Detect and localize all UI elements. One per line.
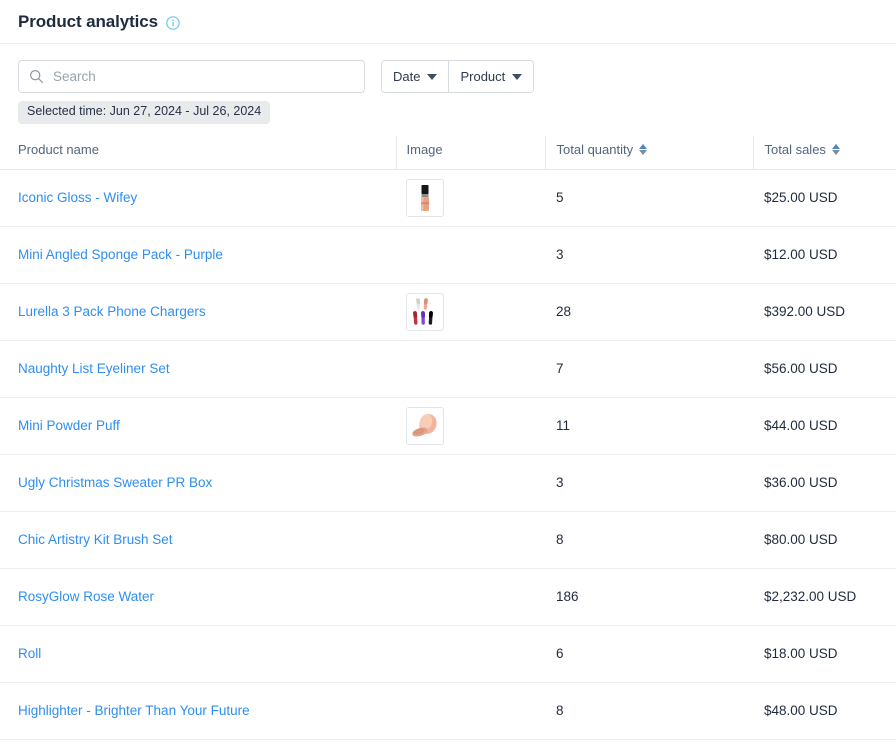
cell-product-name: RosyGlow Rose Water	[0, 568, 396, 625]
cell-product-image	[396, 340, 545, 397]
cell-product-name: Chic Artistry Kit Brush Set	[0, 511, 396, 568]
search-box[interactable]	[18, 60, 365, 93]
product-analytics-table-wrap: Product name Image Total quantity	[0, 136, 896, 740]
cell-product-image	[396, 454, 545, 511]
product-name-link[interactable]: Roll	[18, 646, 41, 661]
product-name-link[interactable]: Mini Powder Puff	[18, 418, 120, 433]
product-name-link[interactable]: Ugly Christmas Sweater PR Box	[18, 475, 212, 490]
product-name-link[interactable]: Iconic Gloss - Wifey	[18, 190, 137, 205]
cell-total-quantity: 186	[545, 568, 753, 625]
product-thumbnail-lip-gloss-tube	[406, 179, 444, 217]
cell-total-sales: $2,232.00 USD	[753, 568, 896, 625]
sort-toggle-icon[interactable]	[639, 144, 647, 155]
column-header-image: Image	[396, 136, 545, 170]
cell-total-sales: $80.00 USD	[753, 511, 896, 568]
page-title: Product analytics	[18, 12, 158, 32]
table-row: Highlighter - Brighter Than Your Future 8…	[0, 682, 896, 739]
product-thumbnail-powder-puff	[406, 407, 444, 445]
cell-total-sales: $44.00 USD	[753, 397, 896, 454]
filter-date-button[interactable]: Date	[382, 61, 449, 92]
filter-product-label: Product	[460, 69, 505, 84]
cell-total-sales: $392.00 USD	[753, 283, 896, 340]
cell-product-image	[396, 397, 545, 454]
table-row: Mini Powder Puff 11$44.00 USD	[0, 397, 896, 454]
page-header: Product analytics	[0, 0, 896, 44]
table-row: Lurella 3 Pack Phone Chargers 28$392.00 U…	[0, 283, 896, 340]
chevron-down-icon	[427, 74, 437, 80]
cell-total-quantity: 5	[545, 169, 753, 226]
cell-product-name: Lurella 3 Pack Phone Chargers	[0, 283, 396, 340]
cell-total-sales: $18.00 USD	[753, 625, 896, 682]
filter-product-button[interactable]: Product	[449, 61, 533, 92]
table-row: Mini Angled Sponge Pack - Purple 3$12.00 …	[0, 226, 896, 283]
column-label: Total sales	[765, 142, 826, 157]
table-row: Iconic Gloss - Wifey 5$25.00 USD	[0, 169, 896, 226]
cell-product-name: Mini Angled Sponge Pack - Purple	[0, 226, 396, 283]
column-header-total-sales[interactable]: Total sales	[753, 136, 896, 170]
cell-product-image	[396, 682, 545, 739]
cell-total-sales: $12.00 USD	[753, 226, 896, 283]
product-analytics-table: Product name Image Total quantity	[0, 136, 896, 740]
table-row: RosyGlow Rose Water 186$2,232.00 USD	[0, 568, 896, 625]
search-icon	[29, 69, 44, 84]
cell-total-quantity: 8	[545, 511, 753, 568]
cell-total-quantity: 7	[545, 340, 753, 397]
cell-total-sales: $25.00 USD	[753, 169, 896, 226]
cell-product-name: Naughty List Eyeliner Set	[0, 340, 396, 397]
table-header-row: Product name Image Total quantity	[0, 136, 896, 170]
product-name-link[interactable]: Mini Angled Sponge Pack - Purple	[18, 247, 223, 262]
filter-segmented-control: Date Product	[381, 60, 534, 93]
selected-time-row: Selected time: Jun 27, 2024 - Jul 26, 20…	[0, 93, 896, 124]
cell-total-sales: $36.00 USD	[753, 454, 896, 511]
table-row: Naughty List Eyeliner Set 7$56.00 USD	[0, 340, 896, 397]
cell-product-image	[396, 283, 545, 340]
cell-product-image	[396, 568, 545, 625]
cell-total-quantity: 28	[545, 283, 753, 340]
product-name-link[interactable]: Lurella 3 Pack Phone Chargers	[18, 304, 206, 319]
table-row: Roll 6$18.00 USD	[0, 625, 896, 682]
cell-total-sales: $56.00 USD	[753, 340, 896, 397]
sort-toggle-icon[interactable]	[832, 144, 840, 155]
product-name-link[interactable]: Chic Artistry Kit Brush Set	[18, 532, 173, 547]
cell-product-name: Mini Powder Puff	[0, 397, 396, 454]
cell-product-image	[396, 226, 545, 283]
cell-total-quantity: 11	[545, 397, 753, 454]
product-name-link[interactable]: Highlighter - Brighter Than Your Future	[18, 703, 250, 718]
cell-product-name: Ugly Christmas Sweater PR Box	[0, 454, 396, 511]
column-label: Total quantity	[557, 142, 634, 157]
cell-product-image	[396, 169, 545, 226]
cell-product-name: Iconic Gloss - Wifey	[0, 169, 396, 226]
column-header-product-name: Product name	[0, 136, 396, 170]
info-circle-icon[interactable]	[166, 16, 180, 30]
table-row: Ugly Christmas Sweater PR Box 3$36.00 USD	[0, 454, 896, 511]
column-label: Image	[407, 142, 443, 157]
cell-total-quantity: 3	[545, 226, 753, 283]
selected-time-chip: Selected time: Jun 27, 2024 - Jul 26, 20…	[18, 101, 270, 124]
cell-total-quantity: 6	[545, 625, 753, 682]
cell-total-sales: $48.00 USD	[753, 682, 896, 739]
column-label: Product name	[18, 142, 99, 157]
cell-product-name: Roll	[0, 625, 396, 682]
product-name-link[interactable]: RosyGlow Rose Water	[18, 589, 154, 604]
cell-product-image	[396, 511, 545, 568]
table-body: Iconic Gloss - Wifey5$25.00 USDMini Angl…	[0, 169, 896, 739]
cell-total-quantity: 8	[545, 682, 753, 739]
chevron-down-icon	[512, 74, 522, 80]
cell-product-name: Highlighter - Brighter Than Your Future	[0, 682, 396, 739]
table-head: Product name Image Total quantity	[0, 136, 896, 170]
filter-date-label: Date	[393, 69, 420, 84]
cell-product-image	[396, 625, 545, 682]
toolbar: Date Product	[0, 44, 896, 93]
product-name-link[interactable]: Naughty List Eyeliner Set	[18, 361, 170, 376]
product-thumbnail-phone-chargers	[406, 293, 444, 331]
column-header-total-quantity[interactable]: Total quantity	[545, 136, 753, 170]
cell-total-quantity: 3	[545, 454, 753, 511]
table-row: Chic Artistry Kit Brush Set 8$80.00 USD	[0, 511, 896, 568]
search-input[interactable]	[51, 68, 354, 85]
